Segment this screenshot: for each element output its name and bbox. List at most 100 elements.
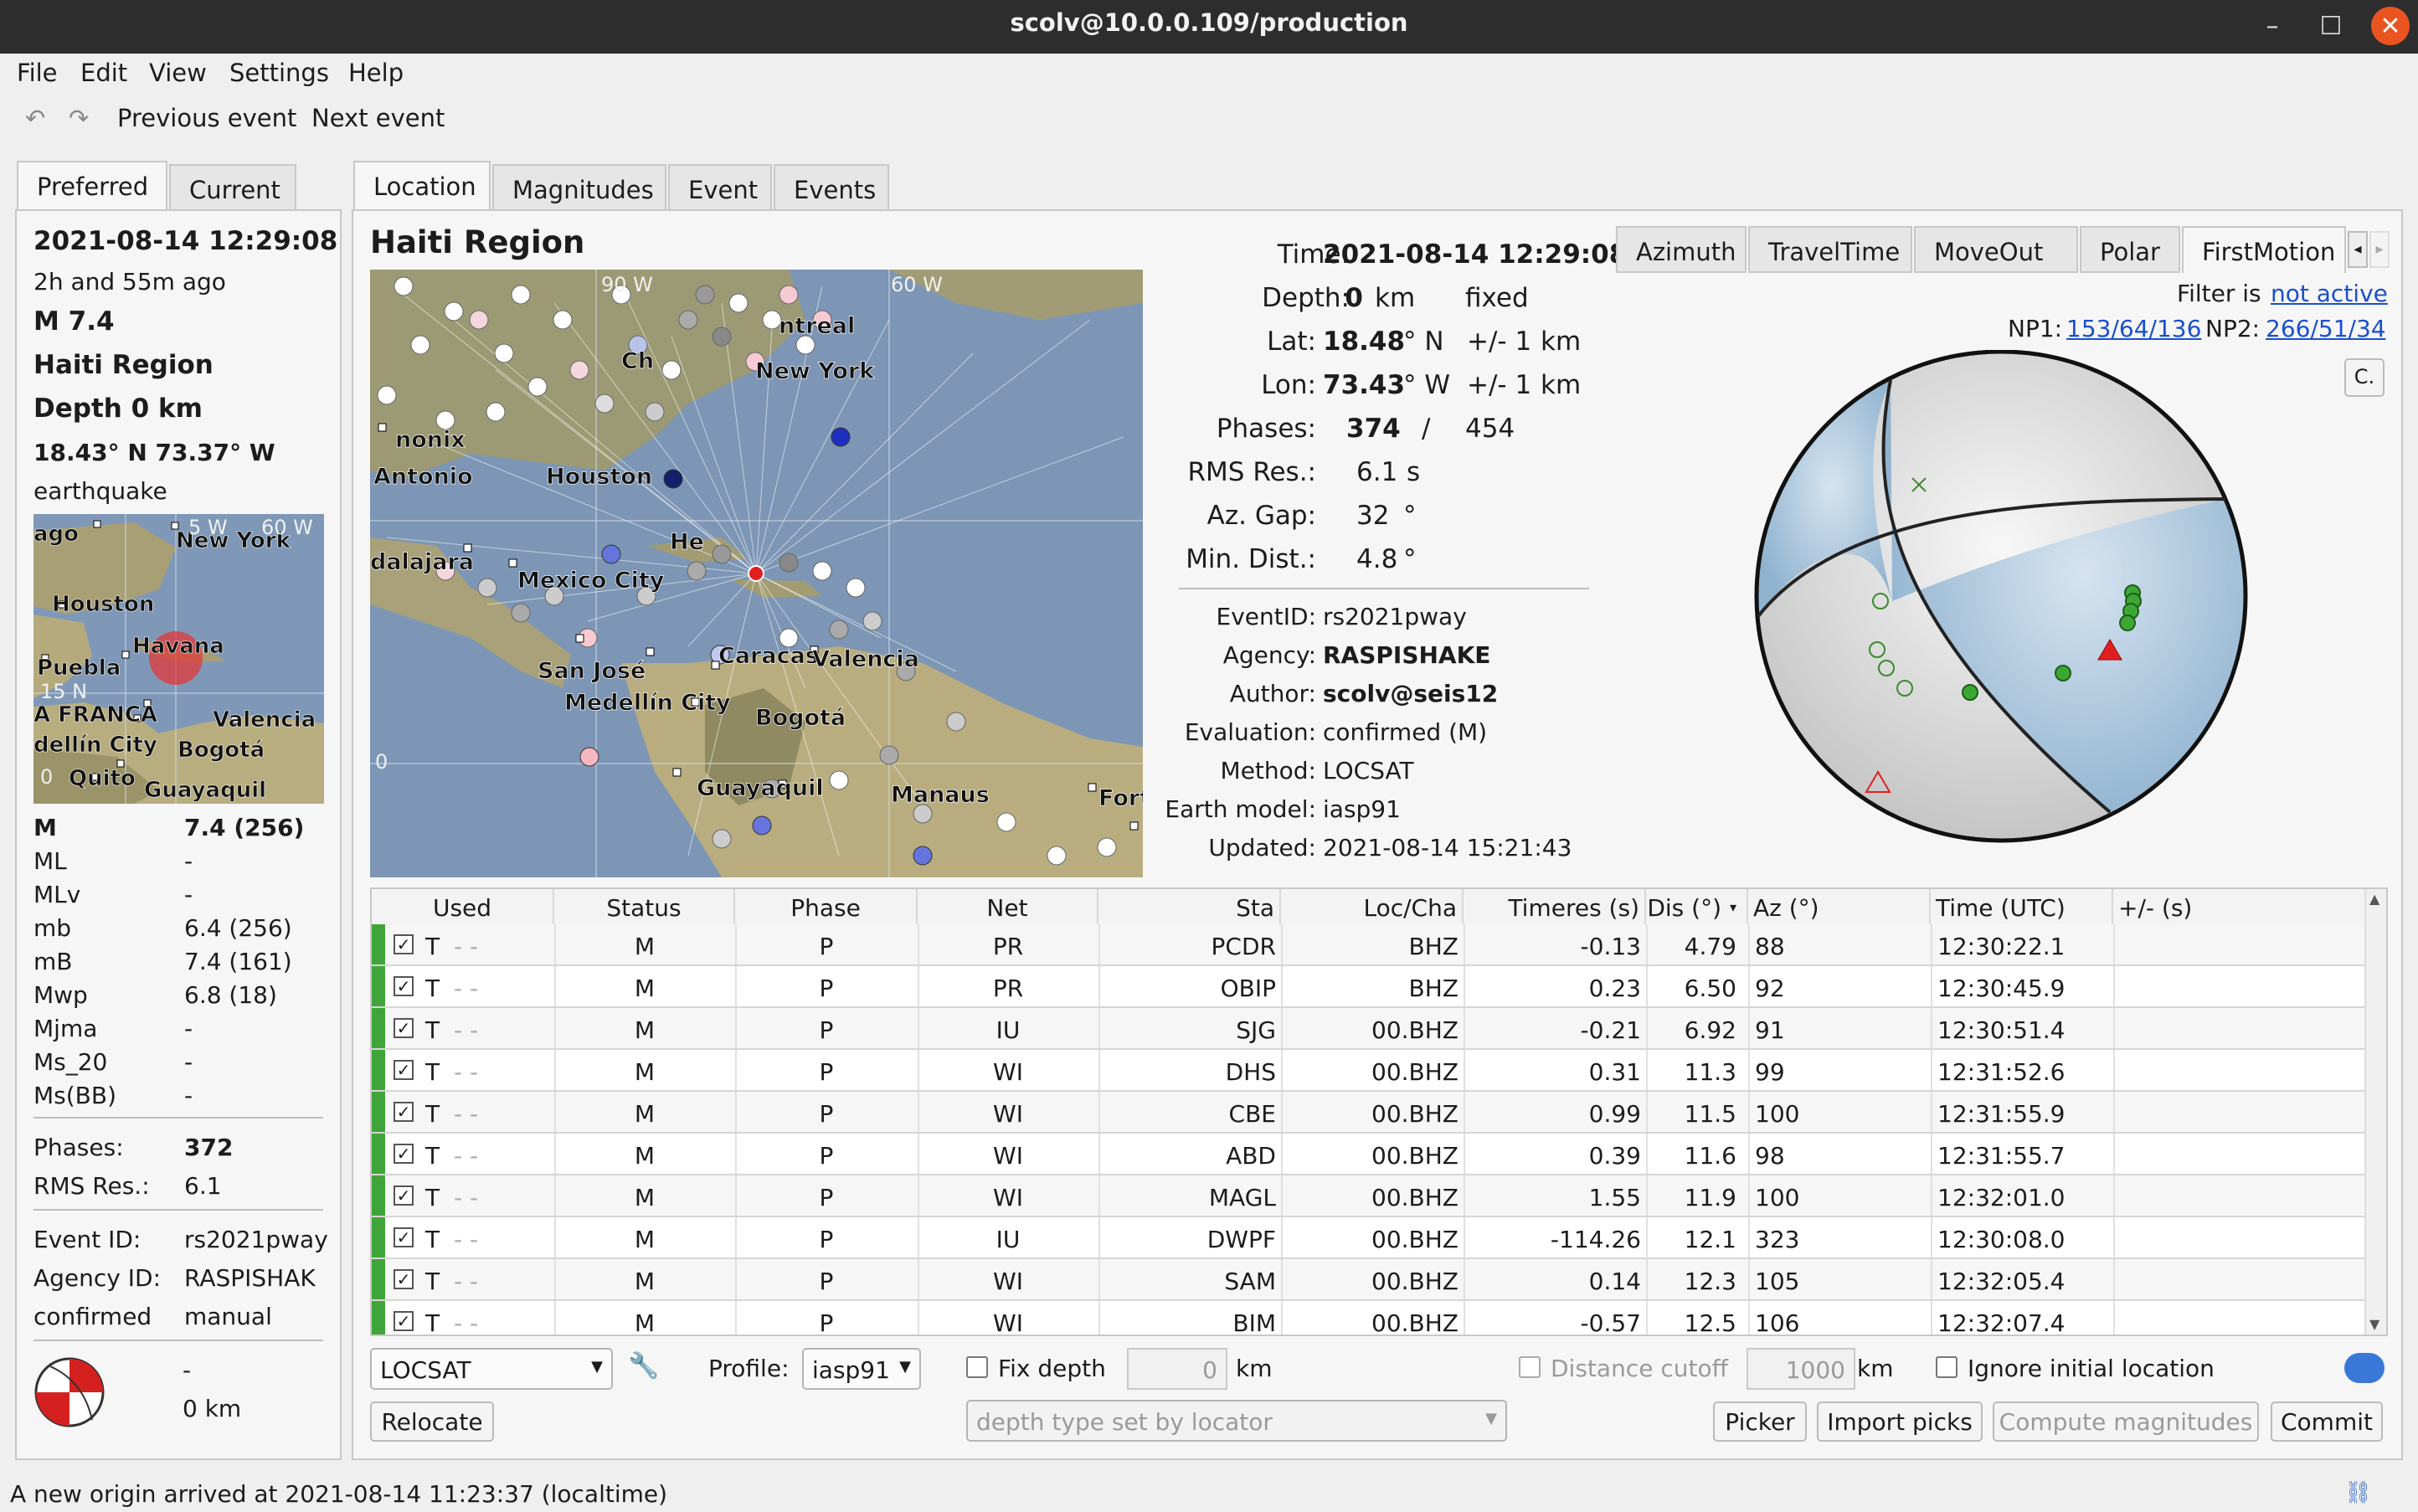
table-row[interactable]: ✓ T - - M P PR OBIP BHZ 0.23 6.50 92 12:30:45.9 [372, 966, 2364, 1008]
divider [33, 1209, 323, 1211]
picker-button[interactable]: Picker [1713, 1401, 1807, 1442]
np1-link[interactable]: 153/64/136 [2066, 315, 2201, 342]
np2-link[interactable]: 266/51/34 [2266, 315, 2386, 342]
previous-event-button[interactable]: Previous event [117, 104, 296, 132]
col-sta[interactable]: Sta [1098, 889, 1281, 924]
col-net[interactable]: Net [918, 889, 1098, 924]
cell-sta: ABD [1226, 1142, 1276, 1170]
import-picks-button[interactable]: Import picks [1817, 1401, 1983, 1442]
ignore-initial-checkbox[interactable] [1936, 1356, 1958, 1378]
commit-button[interactable]: Commit [2271, 1401, 2383, 1442]
divider [33, 1117, 323, 1119]
table-scrollbar[interactable]: ▲ ▼ [2364, 889, 2386, 1335]
tab-events[interactable]: Events [774, 164, 889, 211]
first-motion-plot[interactable] [1750, 349, 2252, 852]
table-row[interactable]: ✓ T - - M P WI SAM 00.BHZ 0.14 12.3 105 12:32:05.4 [372, 1259, 2364, 1301]
used-checkbox[interactable]: ✓ [394, 1102, 414, 1122]
tab-moveout[interactable]: MoveOut [1914, 226, 2078, 273]
tab-scroll-right-icon[interactable]: ▸ [2369, 231, 2390, 268]
used-checkbox[interactable]: ✓ [394, 976, 414, 996]
tab-firstmotion[interactable]: FirstMotion [2182, 226, 2346, 273]
filter-label: Filter is [2177, 280, 2261, 307]
table-row[interactable]: ✓ T - - M P WI MAGL 00.BHZ 1.55 11.9 100 12:32:01.0 [372, 1175, 2364, 1217]
table-row[interactable]: ✓ T - - M P WI BIM 00.BHZ -0.57 12.5 106 12:32:07.4 [372, 1301, 2364, 1335]
used-checkbox[interactable]: ✓ [394, 934, 414, 954]
col-az[interactable]: Az (°) [1748, 889, 1931, 924]
cell-az: 92 [1755, 975, 1785, 1002]
column-divider [1464, 924, 1465, 964]
tab-azimuth[interactable]: Azimuth [1616, 226, 1747, 273]
menu-view[interactable]: View [149, 59, 207, 87]
column-divider [554, 1092, 556, 1132]
menu-file[interactable]: File [17, 59, 58, 87]
summary-depth: Depth 0 km [33, 393, 203, 424]
col-status[interactable]: Status [554, 889, 735, 924]
menu-edit[interactable]: Edit [80, 59, 127, 87]
station-map[interactable]: ntreal New York Ch nonix Antonio Houston… [370, 270, 1143, 877]
table-row[interactable]: ✓ T - - M P WI CBE 00.BHZ 0.99 11.5 100 12:31:55.9 [372, 1092, 2364, 1134]
profile-select[interactable]: iasp91 ▼ [802, 1348, 921, 1390]
col-timeres[interactable]: Timeres (s) [1464, 889, 1646, 924]
used-checkbox[interactable]: ✓ [394, 1269, 414, 1289]
tab-scroll-left-icon[interactable]: ◂ [2348, 231, 2368, 268]
used-checkbox[interactable]: ✓ [394, 1144, 414, 1164]
svg-text:Guayaquil: Guayaquil [697, 775, 824, 801]
scroll-down-icon[interactable]: ▼ [2369, 1316, 2379, 1332]
menu-help[interactable]: Help [348, 59, 404, 87]
cell-dis: 11.5 [1684, 1100, 1736, 1128]
table-row[interactable]: ✓ T - - M P WI ABD 00.BHZ 0.39 11.6 98 12:31:55.7 [372, 1134, 2364, 1175]
tab-traveltime[interactable]: TravelTime [1748, 226, 1912, 273]
table-row[interactable]: ✓ T - - M P WI DHS 00.BHZ 0.31 11.3 99 12:31:52.6 [372, 1050, 2364, 1092]
table-row[interactable]: ✓ T - - M P IU DWPF 00.BHZ -114.26 12.1 323 12:30:0… [372, 1217, 2364, 1259]
relocate-button[interactable]: Relocate [370, 1401, 494, 1442]
cell-loc: BHZ [1408, 933, 1459, 960]
col-used[interactable]: Used [372, 889, 554, 924]
tab-magnitudes[interactable]: Magnitudes [492, 164, 666, 211]
wrench-icon[interactable]: 🔧 [628, 1351, 659, 1381]
mag-name: ML [33, 847, 67, 875]
cell-loc: BHZ [1408, 975, 1459, 1002]
scroll-up-icon[interactable]: ▲ [2369, 891, 2379, 907]
used-checkbox[interactable]: ✓ [394, 1227, 414, 1247]
col-phase[interactable]: Phase [735, 889, 918, 924]
minimize-icon[interactable]: – [2252, 7, 2292, 47]
overview-map[interactable]: ago New York Houston Havana Puebla A FRA… [33, 514, 324, 804]
distance-cutoff-checkbox[interactable] [1519, 1356, 1541, 1378]
used-checkbox[interactable]: ✓ [394, 1018, 414, 1038]
svg-text:A FRANCA: A FRANCA [33, 702, 157, 728]
forward-arrow-icon[interactable]: ↷ [69, 104, 89, 132]
mag-value: - [184, 1048, 193, 1076]
tab-current[interactable]: Current [169, 164, 296, 211]
fix-depth-checkbox[interactable] [966, 1356, 988, 1378]
menu-settings[interactable]: Settings [229, 59, 329, 87]
compute-magnitudes-button[interactable]: Compute magnitudes [1993, 1401, 2259, 1442]
tab-preferred[interactable]: Preferred [17, 161, 167, 211]
close-icon[interactable]: ✕ [2371, 7, 2410, 45]
tab-event[interactable]: Event [668, 164, 772, 211]
depth-input[interactable]: 0 [1127, 1348, 1227, 1390]
locator-select[interactable]: LOCSAT ▼ [370, 1348, 613, 1390]
back-arrow-icon[interactable]: ↶ [25, 104, 45, 132]
c-button[interactable]: C. [2344, 358, 2385, 397]
depth-type-select[interactable]: depth type set by locator ▼ [966, 1400, 1507, 1442]
used-checkbox[interactable]: ✓ [394, 1311, 414, 1331]
cell-sta: OBIP [1220, 975, 1276, 1002]
table-row[interactable]: ✓ T - - M P IU SJG 00.BHZ -0.21 6.92 91 12:30:51.4 [372, 1008, 2364, 1050]
plot-tab-bar: Azimuth TravelTime MoveOut Polar FirstMo… [1616, 226, 2395, 273]
col-loccha[interactable]: Loc/Cha [1281, 889, 1464, 924]
col-error[interactable]: +/- (s) [2113, 889, 2364, 924]
next-event-button[interactable]: Next event [311, 104, 445, 132]
used-checkbox[interactable]: ✓ [394, 1060, 414, 1080]
tab-location[interactable]: Location [353, 161, 491, 211]
maximize-icon[interactable]: ☐ [2311, 7, 2351, 47]
mag-name: mb [33, 914, 72, 942]
tab-polar[interactable]: Polar [2080, 226, 2180, 273]
used-checkbox[interactable]: ✓ [394, 1185, 414, 1206]
table-row[interactable]: ✓ T - - M P PR PCDR BHZ -0.13 4.79 88 12:30:22.1 [372, 924, 2364, 966]
col-time[interactable]: Time (UTC) [1931, 889, 2113, 924]
cell-res: 0.39 [1588, 1142, 1641, 1170]
column-divider [2113, 1175, 2115, 1216]
chat-bubble-icon[interactable] [2344, 1353, 2385, 1383]
filter-link[interactable]: not active [2271, 280, 2388, 307]
distance-cutoff-input[interactable]: 1000 [1747, 1348, 1855, 1390]
